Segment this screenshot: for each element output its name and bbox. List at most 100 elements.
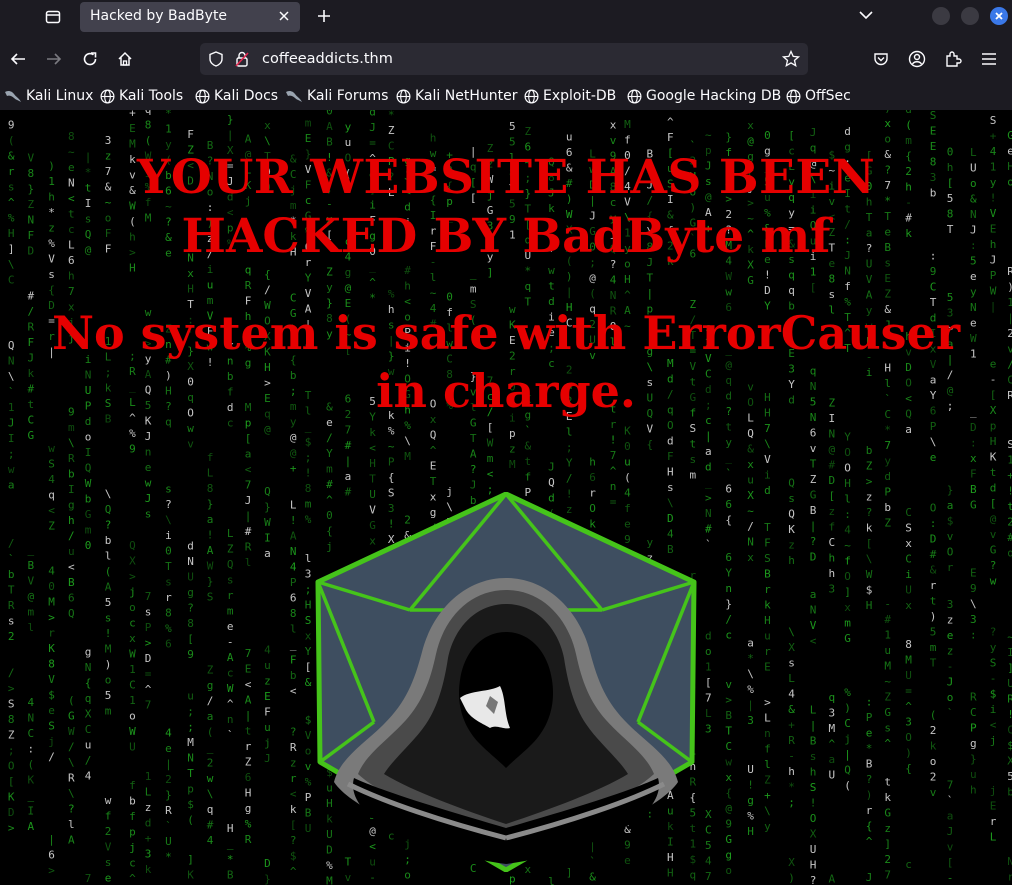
- matrix-glyph: Q: [430, 429, 437, 442]
- matrix-glyph: |: [810, 520, 817, 533]
- matrix-glyph: D: [764, 284, 771, 297]
- matrix-glyph: r: [165, 591, 172, 604]
- bookmark-kali-docs[interactable]: Kali Docs: [195, 85, 278, 107]
- matrix-glyph: 8: [829, 273, 836, 286]
- matrix-glyph: B: [764, 568, 771, 581]
- matrix-glyph: <: [68, 561, 75, 574]
- matrix-glyph: (: [8, 134, 15, 147]
- matrix-glyph: {: [264, 268, 271, 281]
- matrix-glyph: 7: [85, 872, 92, 885]
- matrix-glyph: J: [947, 825, 954, 838]
- matrix-glyph: `: [525, 424, 532, 437]
- new-tab-icon[interactable]: [312, 4, 336, 28]
- globe-icon: [524, 89, 539, 103]
- matrix-glyph: f: [129, 810, 136, 823]
- matrix-glyph: A: [470, 448, 477, 461]
- matrix-glyph: V: [105, 841, 112, 854]
- matrix-glyph: e: [105, 872, 112, 885]
- matrix-glyph: b: [1007, 785, 1012, 798]
- back-arrow-icon[interactable]: [5, 46, 31, 72]
- matrix-glyph: d: [145, 816, 152, 829]
- address-bar[interactable]: coffeeaddicts.thm: [200, 43, 808, 75]
- matrix-glyph: X: [1007, 754, 1012, 767]
- matrix-glyph: r: [866, 804, 873, 817]
- bookmark-kali-forums[interactable]: Kali Forums: [285, 85, 388, 107]
- tab-list-icon[interactable]: [36, 4, 70, 30]
- matrix-glyph: /: [207, 695, 214, 708]
- matrix-glyph: %: [844, 686, 851, 699]
- matrix-glyph: p: [129, 825, 136, 838]
- matrix-glyph: a: [829, 753, 836, 766]
- matrix-glyph: 8: [145, 118, 152, 131]
- matrix-glyph: 2: [105, 825, 112, 838]
- matrix-glyph: z: [788, 539, 795, 552]
- bookmark-kali-linux[interactable]: Kali Linux: [4, 85, 93, 107]
- matrix-glyph: 9: [187, 648, 194, 661]
- matrix-glyph: Z: [884, 288, 891, 301]
- shield-icon[interactable]: [208, 51, 224, 71]
- matrix-glyph: T: [764, 521, 771, 534]
- matrix-glyph: m: [690, 468, 697, 481]
- extensions-icon[interactable]: [940, 46, 966, 72]
- reload-icon[interactable]: [77, 46, 103, 72]
- matrix-glyph: A: [326, 120, 333, 133]
- account-icon[interactable]: [904, 46, 930, 72]
- matrix-glyph: E: [990, 800, 997, 813]
- matrix-glyph: E: [930, 125, 937, 138]
- matrix-glyph: G: [85, 508, 92, 521]
- matrix-glyph: @: [264, 423, 271, 436]
- matrix-glyph: H: [227, 822, 234, 835]
- matrix-glyph: m: [487, 452, 494, 465]
- matrix-glyph: >: [48, 864, 55, 877]
- bookmark-star-icon[interactable]: [781, 49, 801, 72]
- chevron-down-icon[interactable]: [856, 4, 876, 26]
- close-tab-icon[interactable]: [274, 6, 294, 26]
- matrix-glyph: B: [725, 709, 732, 722]
- matrix-glyph: P: [290, 576, 297, 589]
- matrix-glyph: }: [725, 131, 732, 144]
- matrix-glyph: e: [48, 704, 55, 717]
- matrix-glyph: N: [187, 752, 194, 765]
- matrix-glyph: r: [930, 579, 937, 592]
- menu-icon[interactable]: [976, 46, 1002, 72]
- bookmark-google-hacking-db[interactable]: Google Hacking DB: [627, 85, 781, 107]
- pocket-icon[interactable]: [868, 46, 894, 72]
- matrix-glyph: |: [345, 455, 352, 468]
- matrix-glyph: +: [290, 462, 297, 475]
- insecure-lock-icon[interactable]: [234, 50, 250, 72]
- active-tab[interactable]: Hacked by BadByte: [80, 2, 300, 32]
- matrix-glyph: |: [227, 129, 234, 142]
- matrix-glyph: l: [764, 758, 771, 771]
- matrix-glyph: F: [290, 654, 297, 667]
- matrix-glyph: 3: [705, 723, 712, 736]
- matrix-glyph: 7: [345, 424, 352, 437]
- bookmark-exploit-db[interactable]: Exploit-DB: [524, 85, 616, 107]
- matrix-glyph: s: [829, 288, 836, 301]
- close-window-button[interactable]: [990, 7, 1008, 25]
- matrix-glyph: h: [829, 551, 836, 564]
- matrix-glyph: W: [990, 285, 997, 298]
- matrix-glyph: }: [165, 789, 172, 802]
- bookmark-kali-nethunter[interactable]: Kali NetHunter: [396, 85, 517, 107]
- matrix-glyph: 8: [290, 607, 297, 620]
- matrix-glyph: 4: [290, 561, 297, 574]
- home-icon[interactable]: [112, 46, 138, 72]
- matrix-glyph: B: [28, 559, 35, 572]
- matrix-glyph: >: [8, 682, 15, 695]
- matrix-glyph: |: [245, 709, 252, 722]
- bookmark-offsec[interactable]: OffSec: [786, 85, 851, 107]
- matrix-glyph: ^: [227, 697, 234, 710]
- matrix-glyph: K: [624, 425, 631, 438]
- matrix-glyph: 4: [28, 696, 35, 709]
- matrix-glyph: U: [747, 763, 754, 776]
- minimize-window-button[interactable]: [932, 7, 950, 25]
- matrix-glyph: F: [667, 131, 674, 144]
- matrix-glyph: O: [947, 545, 954, 558]
- maximize-window-button[interactable]: [961, 7, 979, 25]
- matrix-glyph: 3: [105, 134, 112, 147]
- matrix-glyph: f: [844, 555, 851, 568]
- matrix-glyph: W: [129, 725, 136, 738]
- bookmark-kali-tools[interactable]: Kali Tools: [100, 85, 183, 107]
- matrix-glyph: `: [947, 794, 954, 807]
- forward-arrow-icon[interactable]: [41, 46, 67, 72]
